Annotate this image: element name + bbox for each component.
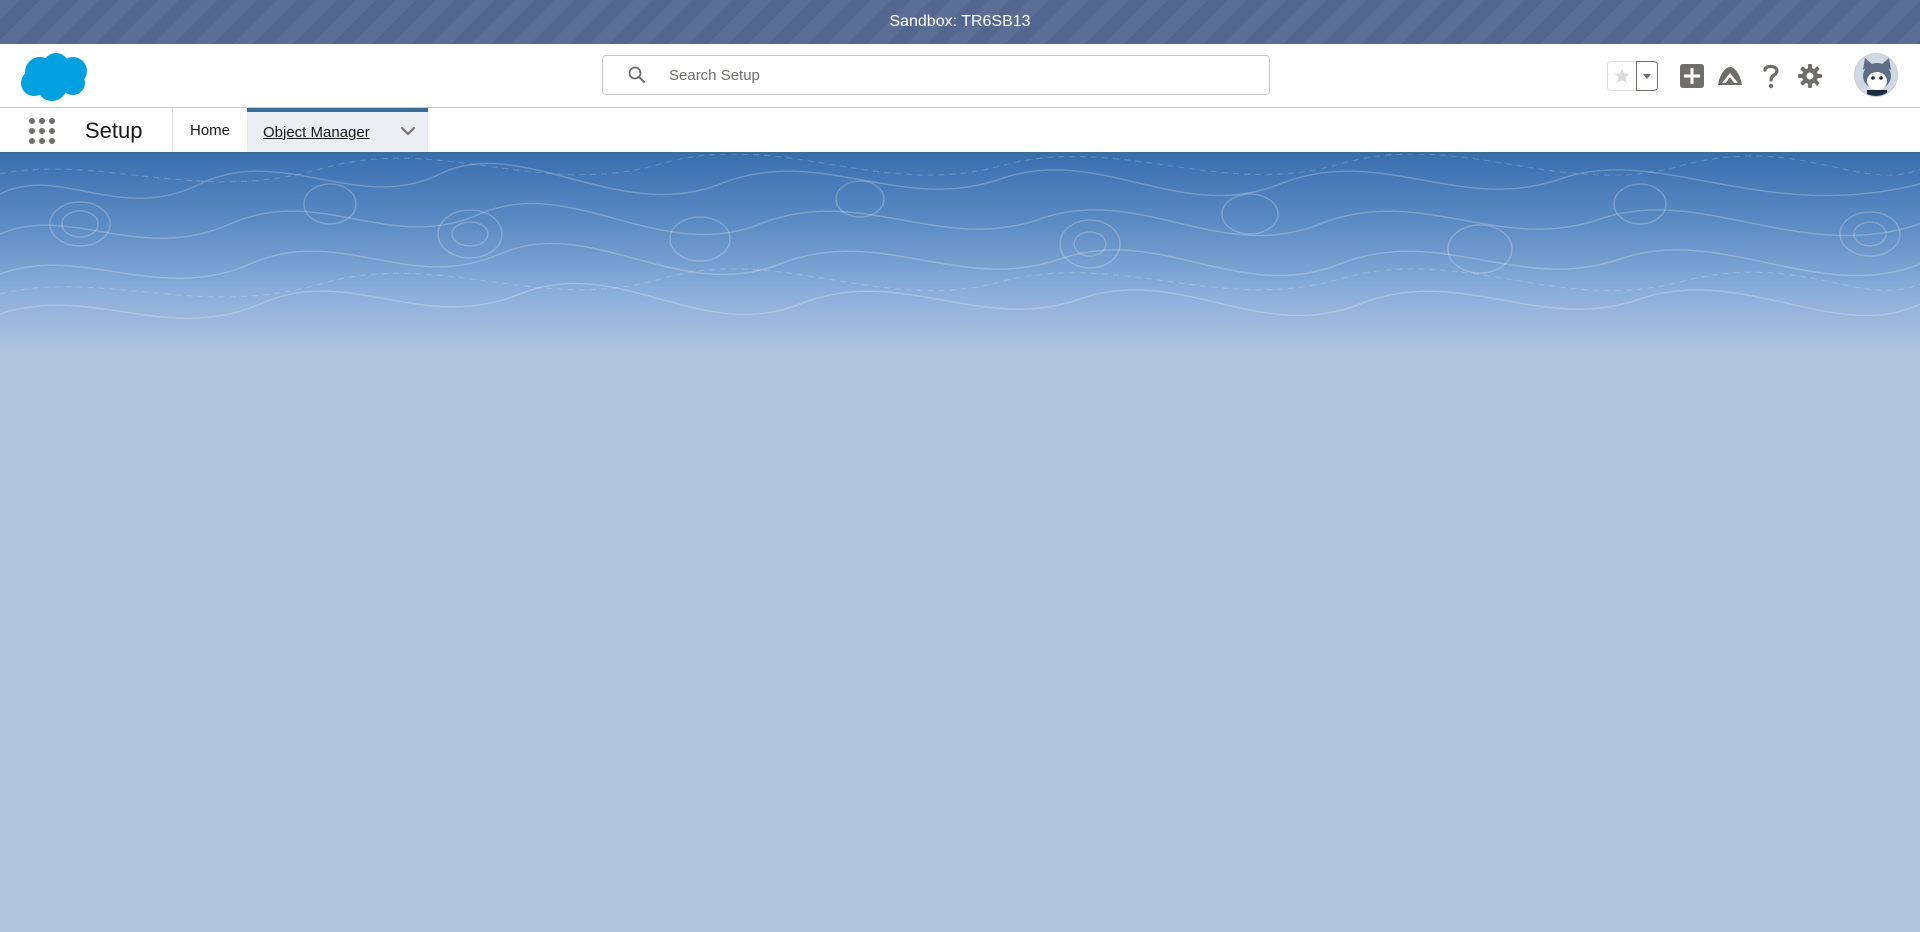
global-actions-icon[interactable] xyxy=(1677,61,1707,91)
setup-gear-icon[interactable] xyxy=(1795,61,1825,91)
search-input[interactable] xyxy=(667,65,1231,85)
global-header xyxy=(0,44,1920,108)
topographic-pattern xyxy=(0,154,1920,320)
salesforce-logo[interactable] xyxy=(18,50,92,102)
search-setup-box[interactable] xyxy=(602,55,1270,95)
tab-object-manager-label: Object Manager xyxy=(263,123,370,141)
app-navigation-bar: Setup Home Object Manager xyxy=(0,108,1920,154)
app-name: Setup xyxy=(85,118,143,143)
trailhead-icon[interactable] xyxy=(1715,61,1745,91)
decorative-banner xyxy=(0,154,1920,354)
search-icon xyxy=(628,66,645,83)
favorites-group xyxy=(1607,61,1658,91)
sandbox-banner: Sandbox: TR6SB13 xyxy=(0,0,1920,44)
sandbox-label: Sandbox: TR6SB13 xyxy=(889,13,1031,30)
tab-object-manager[interactable]: Object Manager xyxy=(247,108,428,152)
avatar[interactable] xyxy=(1854,53,1898,97)
favorites-star-icon[interactable] xyxy=(1607,61,1636,91)
tab-home[interactable]: Home xyxy=(173,108,247,152)
help-icon[interactable] xyxy=(1756,61,1786,91)
favorites-dropdown-icon[interactable] xyxy=(1636,61,1658,91)
app-launcher-icon[interactable] xyxy=(28,117,56,145)
main-content-area xyxy=(0,354,1920,932)
tab-home-label: Home xyxy=(189,121,230,139)
chevron-down-icon[interactable] xyxy=(400,123,416,139)
